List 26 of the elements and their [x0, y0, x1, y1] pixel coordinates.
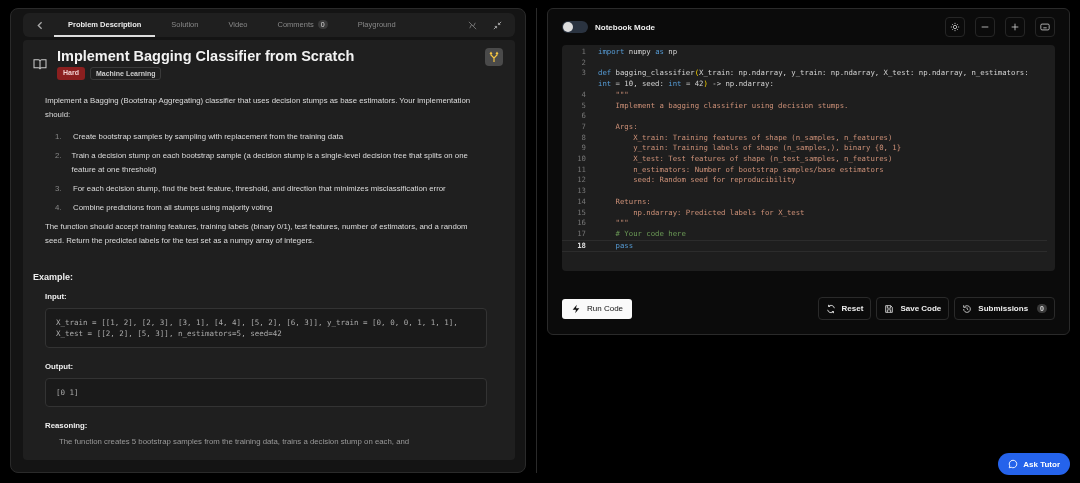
refresh-icon: [825, 303, 836, 314]
sun-icon: [950, 22, 960, 32]
theme-button[interactable]: [945, 17, 965, 37]
book-icon: [33, 58, 47, 70]
example-heading: Example:: [33, 272, 75, 282]
collapse-icon[interactable]: [492, 19, 503, 31]
fork-button[interactable]: [485, 48, 503, 66]
keyboard-icon: [1040, 22, 1050, 32]
keyboard-button[interactable]: [1035, 17, 1055, 37]
run-code-button[interactable]: Run Code: [562, 298, 633, 319]
crossed-icon[interactable]: [467, 19, 478, 31]
plus-icon: [1010, 22, 1020, 32]
chat-icon: [1008, 459, 1019, 469]
notebook-toggle[interactable]: [562, 21, 588, 33]
save-button[interactable]: Save Code: [876, 297, 950, 320]
history-icon: [962, 303, 973, 314]
fork-icon: [488, 51, 500, 63]
zoom-out-button[interactable]: [975, 17, 995, 37]
problem-title: Implement Bagging Classifier from Scratch: [57, 48, 355, 64]
reset-button[interactable]: Reset: [817, 297, 872, 320]
ask-tutor-button[interactable]: Ask Tutor: [998, 453, 1070, 475]
save-icon: [884, 303, 895, 314]
zoom-in-button[interactable]: [1005, 17, 1025, 37]
code-editor[interactable]: [562, 45, 1055, 271]
lightning-icon: [571, 303, 581, 314]
notebook-label: Notebook Mode: [595, 22, 655, 32]
